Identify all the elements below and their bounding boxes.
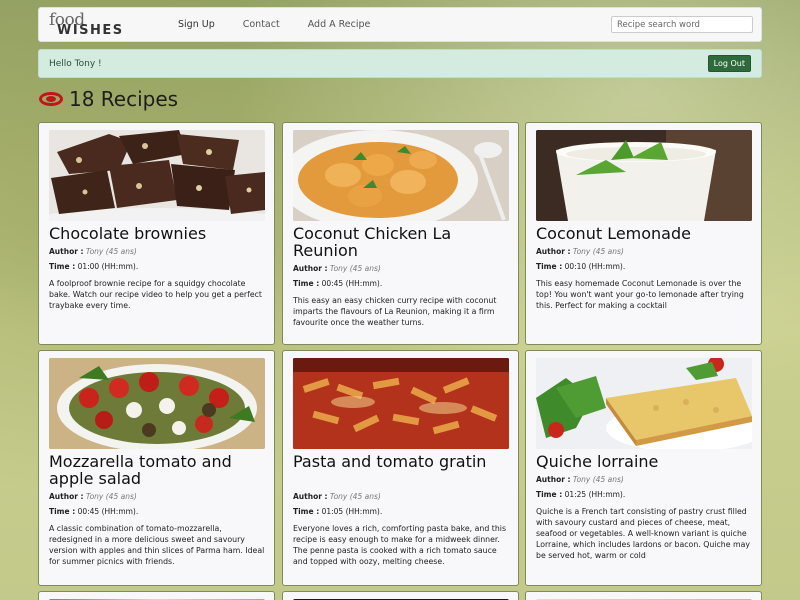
time-value: 01:05 (HH:mm). <box>321 507 383 516</box>
time-value: 00:45 (HH:mm). <box>321 279 383 288</box>
page-heading: 18 Recipes <box>39 86 178 112</box>
quiche-lorraine-image <box>536 358 752 449</box>
time-label: Time : <box>49 507 76 516</box>
recipe-photo-coconut-chicken[interactable] <box>293 130 509 221</box>
logout-button[interactable]: Log Out <box>707 55 751 72</box>
author-value: Tony (45 ans) <box>85 492 137 501</box>
time-label: Time : <box>536 490 563 499</box>
recipe-card-partial[interactable] <box>38 591 275 600</box>
author-label: Author : <box>536 475 571 484</box>
recipe-card-partial[interactable] <box>525 591 762 600</box>
recipe-card-partial[interactable] <box>282 591 519 600</box>
recipe-photo-mozzarella-salad[interactable] <box>49 358 265 449</box>
time-value: 00:45 (HH:mm). <box>77 507 139 516</box>
recipe-time: Time : 00:45 (HH:mm). <box>293 279 382 288</box>
recipe-author: Author : Tony (45 ans) <box>536 247 624 256</box>
recipe-count-heading: 18 Recipes <box>69 87 179 111</box>
time-value: 01:25 (HH:mm). <box>564 490 626 499</box>
recipe-description: Quiche is a French tart consisting of pa… <box>536 507 750 560</box>
author-label: Author : <box>536 247 571 256</box>
author-label: Author : <box>49 247 84 256</box>
recipe-title[interactable]: Coconut Lemonade <box>536 225 758 242</box>
nav-link-add-recipe[interactable]: Add A Recipe <box>308 19 371 30</box>
navbar: food WISHES Sign Up Contact Add A Recipe <box>38 7 762 42</box>
recipe-card[interactable]: Coconut Lemonade Author : Tony (45 ans) … <box>525 122 762 345</box>
site-logo[interactable]: food WISHES <box>49 8 159 41</box>
recipe-author: Author : Tony (45 ans) <box>49 492 137 501</box>
recipe-time: Time : 00:10 (HH:mm). <box>536 262 625 271</box>
recipe-description: This easy an easy chicken curry recipe w… <box>293 296 497 327</box>
mozzarella-salad-image <box>49 358 265 449</box>
recipe-author: Author : Tony (45 ans) <box>293 492 381 501</box>
recipe-description: A foolproof brownie recipe for a squidgy… <box>49 279 262 310</box>
author-value: Tony (45 ans) <box>572 475 624 484</box>
recipe-title[interactable]: Coconut Chicken La Reunion <box>293 225 515 259</box>
recipe-time: Time : 01:05 (HH:mm). <box>293 507 382 516</box>
recipe-time: Time : 01:25 (HH:mm). <box>536 490 625 499</box>
author-label: Author : <box>293 264 328 273</box>
dish-icon <box>39 92 63 106</box>
recipe-title[interactable]: Mozzarella tomato and apple salad <box>49 453 271 487</box>
recipe-description: A classic combination of tomato-mozzarel… <box>49 524 265 566</box>
time-label: Time : <box>49 262 76 271</box>
coconut-chicken-image <box>293 130 509 221</box>
pasta-gratin-image <box>293 358 509 449</box>
recipe-time: Time : 00:45 (HH:mm). <box>49 507 138 516</box>
recipe-photo-brownies[interactable] <box>49 130 265 221</box>
recipe-photo-pasta-gratin[interactable] <box>293 358 509 449</box>
recipe-card[interactable]: Chocolate brownies Author : Tony (45 ans… <box>38 122 275 345</box>
coconut-lemonade-image <box>536 130 752 221</box>
recipe-author: Author : Tony (45 ans) <box>293 264 381 273</box>
time-value: 00:10 (HH:mm). <box>564 262 626 271</box>
recipe-photo-quiche-lorraine[interactable] <box>536 358 752 449</box>
greeting-alert: Hello Tony ! Log Out <box>38 49 762 78</box>
recipe-card[interactable]: Quiche lorraine Author : Tony (45 ans) T… <box>525 350 762 586</box>
recipe-card[interactable]: Pasta and tomato gratin Author : Tony (4… <box>282 350 519 586</box>
recipe-photo-coconut-lemonade[interactable] <box>536 130 752 221</box>
nav-link-sign-up[interactable]: Sign Up <box>178 19 215 30</box>
greeting-text: Hello Tony ! <box>49 58 102 69</box>
brownies-image <box>49 130 265 221</box>
time-label: Time : <box>536 262 563 271</box>
recipe-title[interactable]: Pasta and tomato gratin <box>293 453 515 470</box>
recipe-card[interactable]: Mozzarella tomato and apple salad Author… <box>38 350 275 586</box>
recipe-description: Everyone loves a rich, comforting pasta … <box>293 524 507 566</box>
recipe-author: Author : Tony (45 ans) <box>536 475 624 484</box>
time-value: 01:00 (HH:mm). <box>77 262 139 271</box>
recipe-title[interactable]: Chocolate brownies <box>49 225 271 242</box>
logo-word-wishes: WISHES <box>57 23 124 38</box>
recipe-author: Author : Tony (45 ans) <box>49 247 137 256</box>
recipe-time: Time : 01:00 (HH:mm). <box>49 262 138 271</box>
recipe-card[interactable]: Coconut Chicken La Reunion Author : Tony… <box>282 122 519 345</box>
recipe-description: This easy homemade Coconut Lemonade is o… <box>536 279 744 310</box>
author-label: Author : <box>49 492 84 501</box>
recipe-title[interactable]: Quiche lorraine <box>536 453 758 470</box>
recipe-search-input[interactable] <box>611 16 753 33</box>
nav-link-contact[interactable]: Contact <box>243 19 280 30</box>
author-value: Tony (45 ans) <box>85 247 137 256</box>
author-value: Tony (45 ans) <box>329 264 381 273</box>
author-label: Author : <box>293 492 328 501</box>
time-label: Time : <box>293 507 320 516</box>
author-value: Tony (45 ans) <box>572 247 624 256</box>
time-label: Time : <box>293 279 320 288</box>
author-value: Tony (45 ans) <box>329 492 381 501</box>
